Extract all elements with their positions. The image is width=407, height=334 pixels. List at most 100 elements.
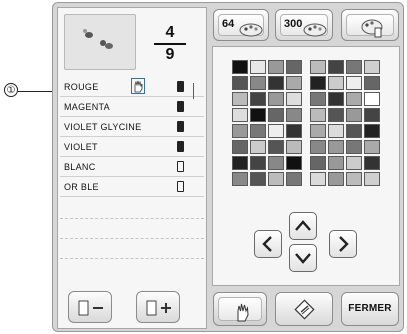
color-swatch[interactable]: [328, 124, 344, 138]
color-swatch[interactable]: [346, 108, 362, 122]
empty-row: [60, 218, 204, 220]
fermer-button[interactable]: FERMER: [341, 292, 399, 326]
color-swatch[interactable]: [310, 76, 326, 90]
arrow-up-button[interactable]: [289, 212, 317, 240]
color-swatch[interactable]: [346, 60, 362, 74]
color-swatch[interactable]: [250, 140, 266, 154]
color-swatch[interactable]: [346, 172, 362, 186]
counter-current: 4: [165, 24, 175, 41]
color-swatch[interactable]: [328, 140, 344, 154]
pattern-counter: 4 9: [150, 24, 190, 68]
color-swatch[interactable]: [310, 172, 326, 186]
color-swatch[interactable]: [286, 60, 302, 74]
hand-icon: [237, 303, 249, 322]
color-swatch[interactable]: [310, 108, 326, 122]
color-swatch[interactable]: [268, 124, 284, 138]
color-swatch[interactable]: [328, 92, 344, 106]
palette-icon: [239, 23, 263, 37]
color-swatch[interactable]: [328, 60, 344, 74]
color-swatch[interactable]: [250, 156, 266, 170]
color-swatch[interactable]: [364, 60, 380, 74]
arrow-right-button[interactable]: [329, 230, 357, 258]
color-swatch[interactable]: [250, 124, 266, 138]
color-swatch[interactable]: [364, 76, 380, 90]
custom-palette-button[interactable]: [341, 9, 399, 41]
thread-item-or-ble[interactable]: OR BLE: [60, 177, 204, 197]
color-swatch[interactable]: [232, 172, 248, 186]
callout-number: ①: [4, 83, 18, 97]
color-swatch[interactable]: [268, 172, 284, 186]
color-swatch[interactable]: [310, 60, 326, 74]
counter-divider: [154, 43, 186, 45]
color-swatch[interactable]: [346, 92, 362, 106]
color-swatch[interactable]: [286, 156, 302, 170]
palette-64-button[interactable]: 64: [213, 9, 269, 41]
color-swatch[interactable]: [268, 108, 284, 122]
color-swatch[interactable]: [364, 172, 380, 186]
thread-item-magenta[interactable]: MAGENTA: [60, 97, 204, 117]
thread-item-violet[interactable]: VIOLET: [60, 137, 204, 157]
color-swatch[interactable]: [286, 108, 302, 122]
color-swatch[interactable]: [286, 76, 302, 90]
palette-64-label: 64: [222, 18, 235, 30]
color-swatch[interactable]: [232, 140, 248, 154]
color-swatch[interactable]: [286, 124, 302, 138]
color-swatch[interactable]: [286, 172, 302, 186]
chevron-right-icon: [339, 236, 349, 252]
color-swatch[interactable]: [232, 60, 248, 74]
spool-icon: [177, 81, 184, 92]
thread-name: MAGENTA: [64, 102, 110, 112]
color-swatch[interactable]: [250, 108, 266, 122]
color-swatch[interactable]: [346, 76, 362, 90]
color-swatch[interactable]: [328, 108, 344, 122]
palette-300-button[interactable]: 300: [275, 9, 333, 41]
color-swatch[interactable]: [286, 140, 302, 154]
empty-row: [60, 238, 204, 240]
color-swatch[interactable]: [250, 92, 266, 106]
thread-item-violet-glycine[interactable]: VIOLET GLYCINE: [60, 117, 204, 137]
color-swatch[interactable]: [232, 92, 248, 106]
thread-item-blanc[interactable]: BLANC: [60, 157, 204, 177]
color-swatch[interactable]: [310, 140, 326, 154]
color-swatch[interactable]: [268, 140, 284, 154]
color-swatch[interactable]: [364, 92, 380, 106]
color-swatch[interactable]: [364, 140, 380, 154]
color-swatch[interactable]: [328, 172, 344, 186]
color-swatch[interactable]: [346, 140, 362, 154]
color-swatch[interactable]: [328, 156, 344, 170]
color-swatch[interactable]: [250, 60, 266, 74]
color-swatch[interactable]: [250, 76, 266, 90]
color-swatch[interactable]: [232, 108, 248, 122]
palette-spool-icon: [361, 19, 383, 38]
spool-plus-button[interactable]: [136, 291, 180, 323]
color-swatch[interactable]: [232, 124, 248, 138]
color-swatch[interactable]: [346, 156, 362, 170]
hand-select-button[interactable]: [213, 292, 267, 326]
color-swatch[interactable]: [328, 76, 344, 90]
color-swatch[interactable]: [232, 156, 248, 170]
color-swatch[interactable]: [310, 156, 326, 170]
color-swatch[interactable]: [268, 156, 284, 170]
color-swatch[interactable]: [268, 92, 284, 106]
current-thread-marker: [131, 78, 145, 94]
color-swatch[interactable]: [232, 76, 248, 90]
thread-name: ROUGE: [64, 82, 99, 92]
color-swatch[interactable]: [268, 76, 284, 90]
color-swatch[interactable]: [364, 124, 380, 138]
pattern-preview: [64, 14, 136, 70]
fermer-label: FERMER: [348, 303, 392, 314]
spool-icon: [177, 141, 184, 152]
color-swatch[interactable]: [310, 92, 326, 106]
color-swatch[interactable]: [268, 60, 284, 74]
color-swatch[interactable]: [250, 172, 266, 186]
color-swatch[interactable]: [346, 124, 362, 138]
color-swatch[interactable]: [364, 108, 380, 122]
color-grid: [232, 60, 382, 190]
arrow-left-button[interactable]: [254, 230, 282, 258]
color-swatch[interactable]: [310, 124, 326, 138]
arrow-down-button[interactable]: [289, 244, 317, 272]
color-swatch[interactable]: [364, 156, 380, 170]
spool-minus-button[interactable]: [68, 291, 112, 323]
sort-colors-button[interactable]: [275, 292, 333, 326]
color-swatch[interactable]: [286, 92, 302, 106]
